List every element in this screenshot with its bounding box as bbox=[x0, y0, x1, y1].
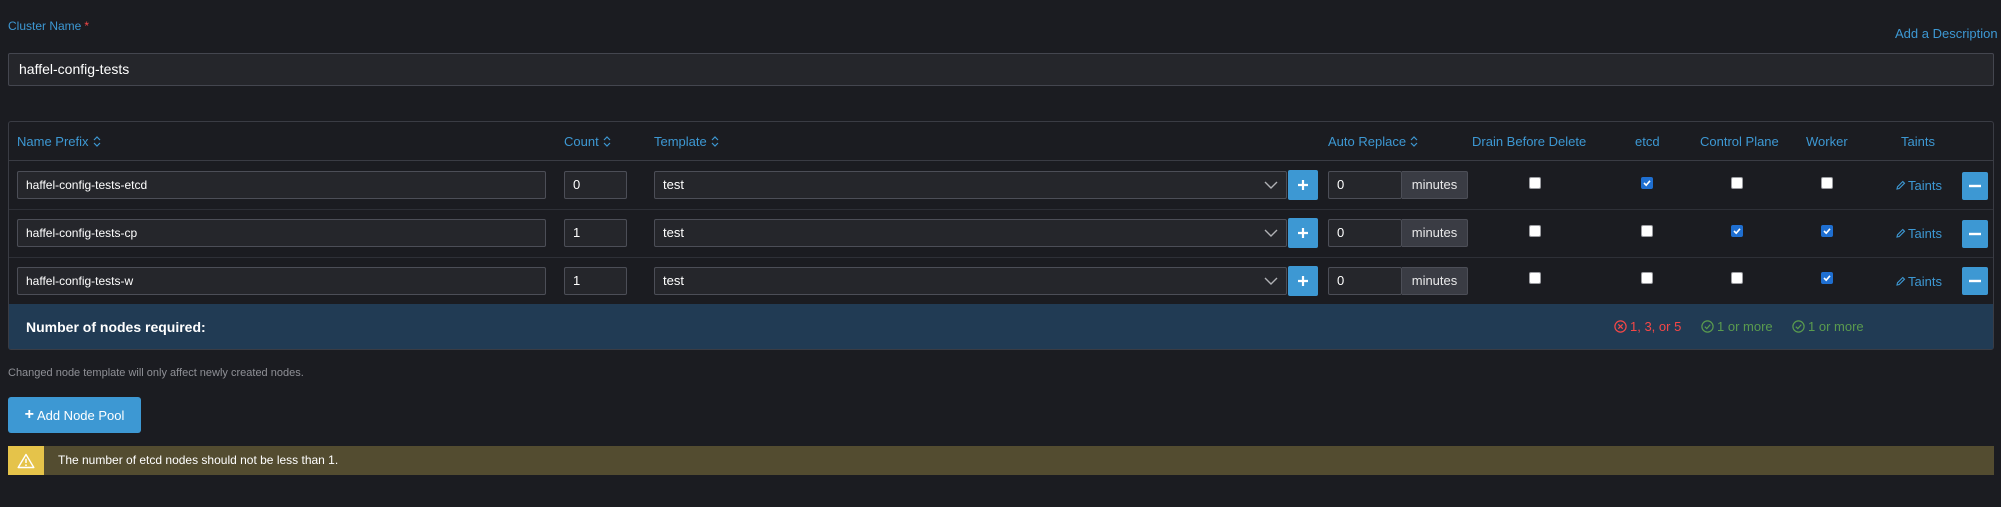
add-template-button[interactable] bbox=[1288, 266, 1318, 296]
sort-icon bbox=[711, 136, 719, 147]
header-etcd: etcd bbox=[1635, 134, 1660, 149]
chevron-down-icon bbox=[1264, 229, 1278, 237]
template-select[interactable]: test bbox=[654, 171, 1287, 199]
minutes-addon: minutes bbox=[1402, 219, 1468, 247]
remove-pool-button[interactable] bbox=[1962, 172, 1988, 200]
minutes-addon: minutes bbox=[1402, 171, 1468, 199]
sort-icon bbox=[603, 136, 611, 147]
template-value: test bbox=[663, 225, 684, 240]
header-worker: Worker bbox=[1806, 134, 1848, 149]
check-circle-icon bbox=[1701, 320, 1714, 333]
etcd-requirement: 1, 3, or 5 bbox=[1614, 319, 1681, 334]
header-drain-before-delete: Drain Before Delete bbox=[1472, 134, 1587, 149]
template-value: test bbox=[663, 273, 684, 288]
control-plane-checkbox[interactable] bbox=[1731, 225, 1743, 237]
etcd-checkbox[interactable] bbox=[1641, 177, 1653, 189]
header-control-plane: Control Plane bbox=[1700, 134, 1779, 149]
pencil-icon bbox=[1896, 276, 1906, 286]
worker-checkbox[interactable] bbox=[1821, 272, 1833, 284]
name-prefix-input[interactable]: haffel-config-tests-cp bbox=[17, 219, 546, 247]
header-taints: Taints bbox=[1901, 134, 1935, 149]
count-input[interactable]: 0 bbox=[564, 171, 627, 199]
warning-message: The number of etcd nodes should not be l… bbox=[58, 453, 339, 467]
count-input[interactable]: 1 bbox=[564, 267, 627, 295]
plus-icon bbox=[1298, 276, 1308, 286]
sort-icon bbox=[93, 136, 101, 147]
template-select[interactable]: test bbox=[654, 267, 1287, 295]
auto-replace-input[interactable]: 0 bbox=[1328, 219, 1402, 247]
header-auto-replace[interactable]: Auto Replace bbox=[1328, 134, 1418, 149]
taints-link[interactable]: Taints bbox=[1895, 178, 1942, 193]
chevron-down-icon bbox=[1264, 181, 1278, 189]
chevron-down-icon bbox=[1264, 277, 1278, 285]
check-circle-icon bbox=[1792, 320, 1805, 333]
auto-replace-input[interactable]: 0 bbox=[1328, 267, 1402, 295]
sort-icon bbox=[1410, 136, 1418, 147]
required-mark: * bbox=[84, 19, 90, 33]
template-value: test bbox=[663, 177, 684, 192]
row-divider bbox=[9, 209, 1993, 210]
header-name-prefix[interactable]: Name Prefix bbox=[17, 134, 101, 149]
control-plane-checkbox[interactable] bbox=[1731, 177, 1743, 189]
add-template-button[interactable] bbox=[1288, 218, 1318, 248]
header-template[interactable]: Template bbox=[654, 134, 719, 149]
name-prefix-input[interactable]: haffel-config-tests-w bbox=[17, 267, 546, 295]
header-count[interactable]: Count bbox=[564, 134, 611, 149]
summary-label: Number of nodes required: bbox=[26, 319, 206, 335]
etcd-checkbox[interactable] bbox=[1641, 225, 1653, 237]
taints-link[interactable]: Taints bbox=[1895, 274, 1942, 289]
add-template-button[interactable] bbox=[1288, 170, 1318, 200]
pencil-icon bbox=[1896, 228, 1906, 238]
worker-checkbox[interactable] bbox=[1821, 177, 1833, 189]
pencil-icon bbox=[1896, 180, 1906, 190]
plus-icon bbox=[1298, 228, 1308, 238]
template-change-note: Changed node template will only affect n… bbox=[8, 367, 304, 379]
count-input[interactable]: 1 bbox=[564, 219, 627, 247]
remove-pool-button[interactable] bbox=[1962, 220, 1988, 248]
taints-link[interactable]: Taints bbox=[1895, 226, 1942, 241]
drain-checkbox[interactable] bbox=[1529, 177, 1541, 189]
drain-checkbox[interactable] bbox=[1529, 272, 1541, 284]
minus-icon bbox=[1969, 279, 1981, 283]
add-node-pool-button[interactable]: + Add Node Pool bbox=[8, 397, 141, 433]
cluster-name-label: Cluster Name * bbox=[8, 19, 90, 33]
minutes-addon: minutes bbox=[1402, 267, 1468, 295]
warning-triangle-icon bbox=[8, 446, 44, 475]
header-divider bbox=[9, 160, 1993, 161]
add-node-pool-label: Add Node Pool bbox=[36, 407, 125, 423]
minus-icon bbox=[1969, 232, 1981, 236]
minus-icon bbox=[1969, 184, 1981, 188]
name-prefix-input[interactable]: haffel-config-tests-etcd bbox=[17, 171, 546, 199]
remove-pool-button[interactable] bbox=[1962, 267, 1988, 295]
x-circle-icon bbox=[1614, 320, 1627, 333]
template-select[interactable]: test bbox=[654, 219, 1287, 247]
etcd-checkbox[interactable] bbox=[1641, 272, 1653, 284]
drain-checkbox[interactable] bbox=[1529, 225, 1541, 237]
control-plane-checkbox[interactable] bbox=[1731, 272, 1743, 284]
node-requirements-summary bbox=[9, 304, 1993, 349]
cluster-name-input[interactable]: haffel-config-tests bbox=[8, 53, 1994, 86]
worker-requirement: 1 or more bbox=[1792, 319, 1864, 334]
plus-icon bbox=[1298, 180, 1308, 190]
add-description-link[interactable]: Add a Description bbox=[1895, 26, 1998, 41]
worker-checkbox[interactable] bbox=[1821, 225, 1833, 237]
row-divider bbox=[9, 257, 1993, 258]
plus-icon: + bbox=[24, 406, 34, 423]
control-plane-requirement: 1 or more bbox=[1701, 319, 1773, 334]
auto-replace-input[interactable]: 0 bbox=[1328, 171, 1402, 199]
